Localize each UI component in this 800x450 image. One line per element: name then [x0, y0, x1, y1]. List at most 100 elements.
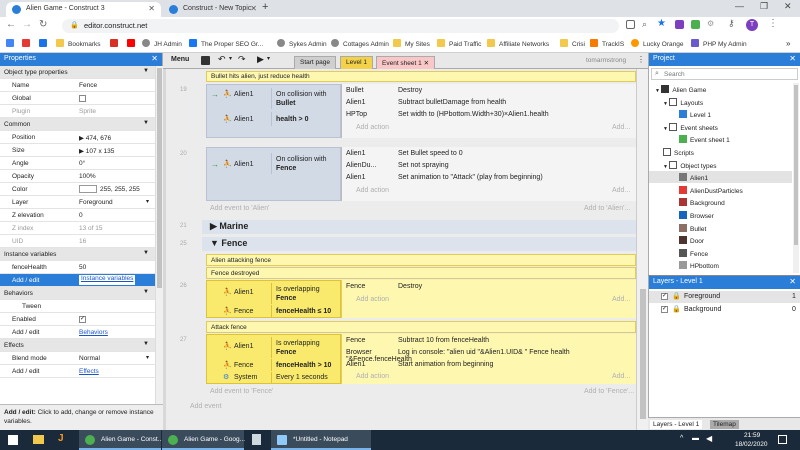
- clock-time[interactable]: 21:59: [744, 432, 760, 439]
- bookmark-folder[interactable]: Bookmarks: [56, 39, 101, 48]
- tree-item[interactable]: Alien1: [649, 171, 792, 184]
- condition-text[interactable]: health > 0: [271, 112, 341, 126]
- property-section[interactable]: Common ▼: [0, 118, 155, 131]
- tab-tilemap[interactable]: Tilemap: [710, 420, 739, 429]
- property-value[interactable]: Sprite: [79, 108, 96, 115]
- calculator-icon[interactable]: [252, 434, 261, 445]
- bookmark-trackis[interactable]: TrackIS: [590, 39, 624, 48]
- tree-item[interactable]: AlienDustParticles: [649, 184, 792, 196]
- expand-arrow-icon[interactable]: →: [211, 90, 219, 99]
- key-icon[interactable]: ⚷: [728, 18, 735, 29]
- property-row[interactable]: Z index 13 of 15: [0, 222, 155, 235]
- property-row[interactable]: Blend mode Normal ▾: [0, 352, 155, 365]
- bookmark-lucky[interactable]: Lucky Orange: [631, 39, 683, 48]
- action-row[interactable]: Bullet Destroy: [346, 87, 422, 94]
- condition-text[interactable]: fenceHealth > 10: [271, 359, 341, 371]
- chevron-down-icon[interactable]: ▼: [143, 120, 149, 126]
- property-value[interactable]: ▶ 107 x 135: [79, 147, 114, 155]
- property-row[interactable]: Global: [0, 92, 155, 105]
- property-value[interactable]: 0°: [79, 160, 85, 167]
- bookmark-crisi[interactable]: Crisi: [560, 39, 585, 48]
- visible-checkbox[interactable]: [661, 293, 668, 300]
- tree-item[interactable]: Door: [649, 234, 792, 246]
- condition-text[interactable]: Every 1 seconds: [271, 372, 341, 384]
- add-action-link[interactable]: Add action: [356, 296, 389, 303]
- property-row[interactable]: Opacity 100%: [0, 170, 155, 183]
- scrollbar-thumb[interactable]: [794, 85, 798, 245]
- condition[interactable]: Is overlapping Fence: [271, 337, 341, 358]
- property-value[interactable]: Effects: [79, 368, 99, 375]
- property-section[interactable]: Object type properties ▼: [0, 66, 155, 79]
- lock-icon[interactable]: 🔒: [672, 292, 681, 300]
- scrollbar-thumb[interactable]: [157, 68, 162, 288]
- add-event-link[interactable]: Add event to 'Fence': [210, 388, 273, 395]
- expand-arrow-icon[interactable]: →: [211, 160, 219, 169]
- property-value[interactable]: Behaviors: [79, 329, 108, 336]
- avatar[interactable]: T: [746, 19, 758, 31]
- condition-text[interactable]: fenceHealth ≤ 10: [271, 305, 341, 317]
- comment[interactable]: Alien attacking fence: [206, 254, 636, 266]
- add-to-group-link[interactable]: Add to 'Fence'...: [584, 388, 634, 395]
- property-value[interactable]: 13 of 15: [79, 225, 103, 232]
- property-row[interactable]: Size ▶ 107 x 135: [0, 144, 155, 157]
- new-tab-button[interactable]: +: [262, 1, 268, 13]
- collapsed-arrow-icon[interactable]: ▶: [210, 221, 219, 231]
- add-to-group-link[interactable]: Add to 'Alien'...: [584, 205, 630, 212]
- property-row[interactable]: Add / edit Behaviors: [0, 326, 155, 339]
- maximize-icon[interactable]: ❐: [760, 1, 768, 12]
- event-27-conditions[interactable]: ⛹ Alien1 Is overlapping Fence ⛹ Fence fen…: [206, 334, 341, 384]
- property-section[interactable]: Behaviors ▼: [0, 287, 155, 300]
- bookmark-icon[interactable]: [39, 39, 51, 48]
- group-marine[interactable]: ▶ Marine: [202, 220, 636, 234]
- tab-event-sheet-1[interactable]: Event sheet 1 ✕: [376, 56, 436, 69]
- network-icon[interactable]: ▬: [692, 435, 699, 442]
- tab-level-1[interactable]: Level 1: [340, 56, 373, 69]
- bookmark-icon[interactable]: [110, 39, 122, 48]
- property-row[interactable]: Tween: [0, 300, 155, 313]
- close-panel-icon[interactable]: ✕: [789, 54, 796, 63]
- bookmark-paid[interactable]: Paid Traffic: [437, 39, 481, 48]
- forward-icon[interactable]: →: [22, 19, 32, 30]
- tree-item[interactable]: Scripts: [649, 146, 792, 158]
- volume-icon[interactable]: ◀: [706, 434, 712, 443]
- action-row[interactable]: Fence Destroy: [346, 283, 422, 290]
- bookmark-jh[interactable]: JH Admin: [142, 39, 182, 48]
- action-row[interactable]: Alien1 Set animation to "Attack" (play fr…: [346, 174, 543, 181]
- tree-item[interactable]: Browser: [649, 209, 792, 221]
- property-value[interactable]: 100%: [79, 173, 96, 180]
- add-action-more-link[interactable]: Add...: [612, 296, 630, 303]
- menu-button[interactable]: Menu: [171, 56, 189, 63]
- close-window-icon[interactable]: ✕: [784, 1, 792, 12]
- property-section[interactable]: Instance variables ▼: [0, 248, 155, 261]
- chevron-down-icon[interactable]: ▾: [146, 354, 149, 361]
- layer-row-foreground[interactable]: 🔒 Foreground 1: [649, 291, 800, 303]
- more-menu-icon[interactable]: ⋮: [768, 18, 778, 29]
- add-action-more-link[interactable]: Add...: [612, 373, 630, 380]
- file-explorer-icon[interactable]: [33, 435, 44, 444]
- scrollbar[interactable]: [793, 83, 799, 273]
- tree-item[interactable]: Fence: [649, 247, 792, 259]
- tree-item[interactable]: Bullet: [649, 222, 792, 234]
- extension-icon[interactable]: [675, 20, 684, 29]
- extension-icon[interactable]: ⚙: [707, 19, 714, 28]
- tree-item[interactable]: ▼ Layouts: [649, 96, 792, 108]
- search-input[interactable]: [664, 70, 794, 79]
- close-tab-icon[interactable]: ✕: [424, 60, 429, 67]
- chevron-down-icon[interactable]: ▾: [229, 55, 232, 62]
- chevron-down-icon[interactable]: ▼: [143, 250, 149, 256]
- checkbox[interactable]: [79, 95, 86, 102]
- tree-item[interactable]: ▼ Event sheets: [649, 121, 792, 133]
- chevron-down-icon[interactable]: ▾: [146, 198, 149, 205]
- chevron-down-icon[interactable]: ▼: [143, 341, 149, 347]
- condition[interactable]: Is overlapping Fence: [271, 283, 341, 304]
- bookmark-cottages[interactable]: Cottages Admin: [331, 39, 389, 48]
- close-panel-icon[interactable]: ✕: [151, 54, 158, 63]
- project-search[interactable]: ⌕: [651, 68, 798, 80]
- event-sheet[interactable]: Bullet hits alien, just reduce health 19…: [166, 69, 636, 430]
- tree-item[interactable]: ▼ Alien Game: [649, 83, 792, 95]
- property-row[interactable]: Color 255, 255, 255: [0, 183, 155, 196]
- bookmark-icon[interactable]: [127, 39, 139, 48]
- extension-icon[interactable]: [691, 20, 700, 29]
- property-row[interactable]: Z elevation 0: [0, 209, 155, 222]
- add-event-link[interactable]: Add event: [190, 403, 222, 410]
